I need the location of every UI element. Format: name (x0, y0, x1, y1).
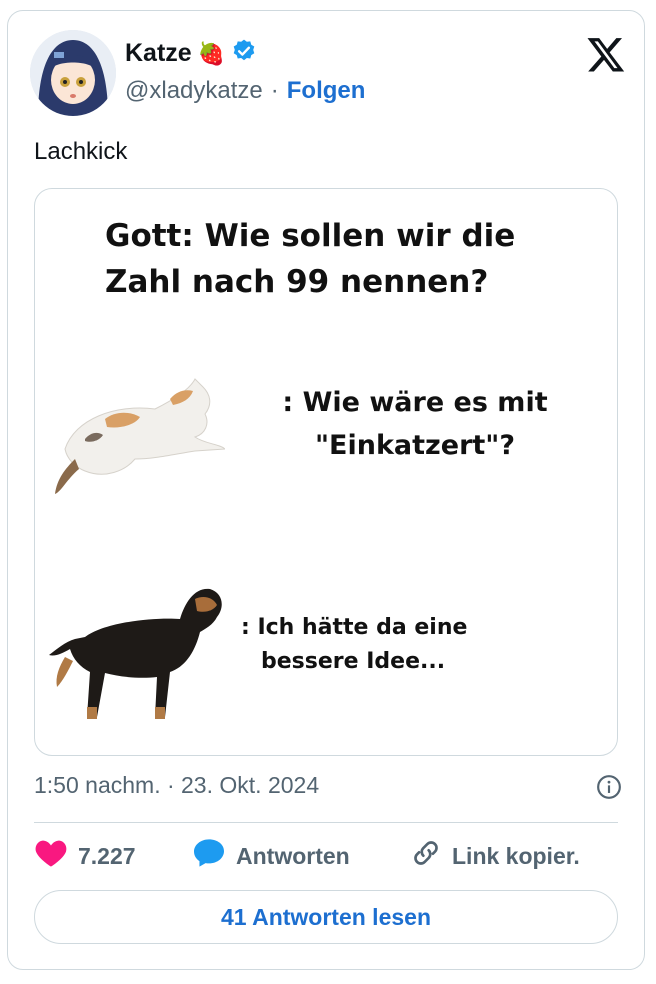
author-name-row[interactable]: Katze 🍓 (125, 38, 257, 69)
dog-reply: : Ich hätte da eine bessere Idee... (241, 611, 541, 679)
divider (34, 822, 618, 823)
author-handle[interactable]: @xladykatze (125, 77, 263, 105)
meme-headline-line2: Zahl nach 99 nennen? (105, 264, 489, 300)
x-logo-icon[interactable] (586, 34, 626, 74)
like-count: 7.227 (78, 842, 136, 869)
action-bar: 7.227 Antworten Link kopier. (34, 836, 580, 876)
tweet-media[interactable]: Gott: Wie sollen wir die Zahl nach 99 ne… (34, 188, 618, 756)
handle-row: @xladykatze · Folgen (125, 77, 365, 105)
cat-reply-line1: : Wie wäre es mit (282, 387, 548, 418)
copy-link-button[interactable]: Link kopier. (410, 837, 580, 875)
tweet-text: Lachkick (34, 138, 128, 165)
like-button[interactable]: 7.227 (34, 838, 184, 874)
meme-headline-line1: Gott: Wie sollen wir die (105, 218, 516, 254)
cat-reply: : Wie wäre es mit "Einkatzert"? (245, 381, 585, 467)
verified-badge-icon (231, 38, 257, 69)
reply-button[interactable]: Antworten (192, 838, 410, 874)
strawberry-emoji: 🍓 (197, 40, 226, 66)
read-replies-button[interactable]: 41 Antworten lesen (34, 890, 618, 944)
separator-dot: · (270, 77, 279, 104)
reply-label: Antworten (236, 842, 350, 869)
meme-headline: Gott: Wie sollen wir die Zahl nach 99 ne… (105, 213, 585, 305)
avatar[interactable] (30, 30, 116, 116)
cat-reply-line2: "Einkatzert"? (314, 430, 516, 461)
dog-reply-line2: bessere Idee... (261, 649, 446, 674)
dog-image (49, 588, 222, 719)
author-name[interactable]: Katze (125, 39, 192, 68)
dog-reply-line1: : Ich hätte da eine (241, 615, 468, 640)
heart-icon (34, 838, 68, 874)
tweet-timestamp[interactable]: 1:50 nachm. · 23. Okt. 2024 (34, 772, 319, 799)
copy-link-label: Link kopier. (452, 842, 580, 869)
reply-bubble-icon (192, 838, 226, 874)
link-icon (410, 837, 442, 875)
follow-button[interactable]: Folgen (287, 77, 366, 105)
cat-image (55, 378, 225, 494)
info-icon[interactable] (596, 774, 622, 800)
